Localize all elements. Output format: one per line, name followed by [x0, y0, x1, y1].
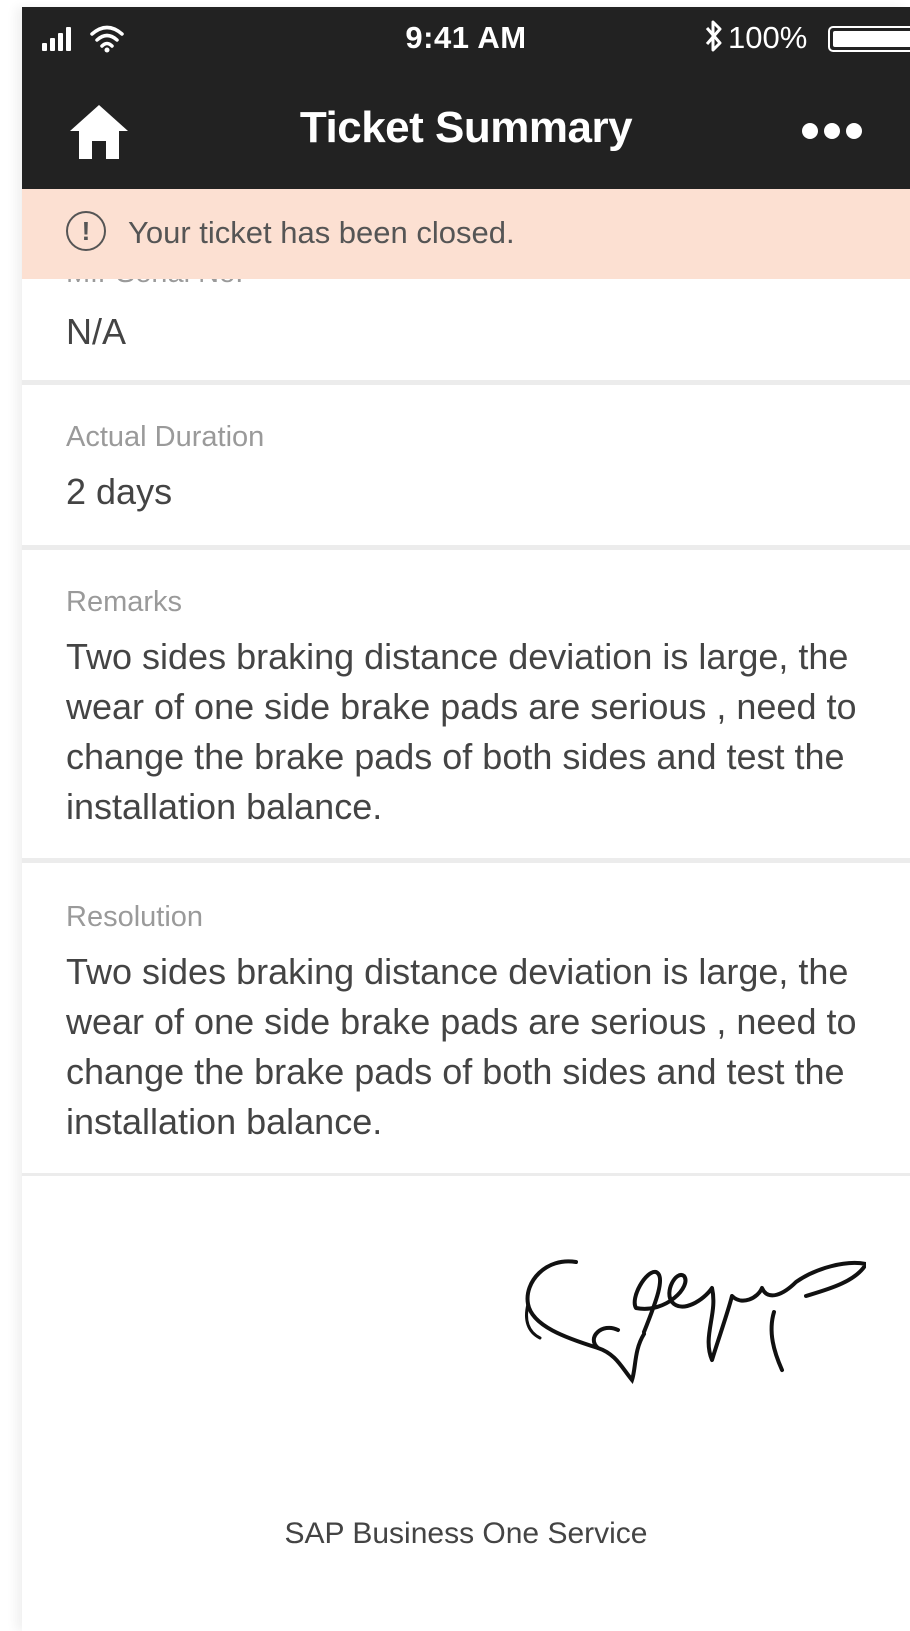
resolution-label: Resolution	[66, 901, 204, 933]
battery-percent: 100%	[728, 20, 808, 55]
signature-image	[525, 1259, 866, 1385]
more-icon[interactable]	[800, 121, 866, 141]
page-title: Ticket Summary	[299, 103, 633, 152]
resolution-value: Two sides braking distance deviation is …	[66, 951, 857, 1142]
actual-duration-label: Actual Duration	[66, 421, 265, 453]
battery-icon	[828, 26, 910, 52]
banner-message: Your ticket has been closed.	[128, 215, 515, 250]
phone-screen: 9:41 AM 100% Ticket Summary ! Your ticke…	[22, 7, 910, 1631]
remarks-label: Remarks	[66, 586, 183, 618]
bluetooth-icon	[705, 20, 722, 52]
actual-duration-field: Actual Duration 2 days	[22, 385, 910, 545]
nav-bar: Ticket Summary	[22, 69, 910, 189]
serial-number-field: N/A	[22, 279, 910, 379]
remarks-field: Remarks Two sides braking distance devia…	[22, 550, 910, 858]
actual-duration-value: 2 days	[66, 471, 173, 512]
info-alert-icon: !	[66, 211, 106, 251]
resolution-field: Resolution Two sides braking distance de…	[22, 863, 910, 1173]
serial-number-value: N/A	[66, 311, 127, 352]
ticket-closed-banner: ! Your ticket has been closed.	[22, 189, 910, 279]
footer-text: SAP Business One Service	[284, 1517, 648, 1550]
divider	[22, 1173, 910, 1176]
remarks-value: Two sides braking distance deviation is …	[66, 636, 857, 827]
status-bar: 9:41 AM 100%	[22, 7, 910, 69]
